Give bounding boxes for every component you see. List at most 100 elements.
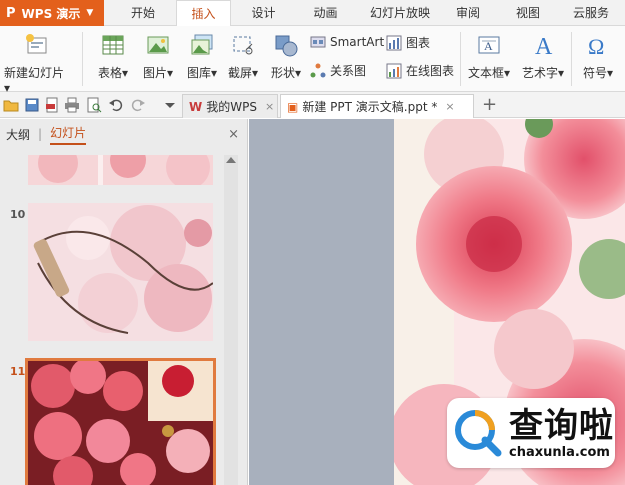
wps-w-icon: W (189, 99, 203, 114)
textbox-button[interactable]: A 文本框▾ (464, 26, 514, 81)
gallery-button[interactable]: 图库▾ (181, 26, 223, 81)
slide-thumbnail-9[interactable] (28, 155, 213, 185)
new-slide-icon (24, 32, 50, 58)
close-icon[interactable]: × (228, 127, 239, 142)
wps-logo-icon: P (6, 5, 16, 21)
svg-text:A: A (535, 34, 553, 58)
site-watermark: 查询啦 chaxunla.com (447, 398, 615, 468)
doc-tab-presentation[interactable]: ▣ 新建 PPT 演示文稿.ppt * × (280, 94, 474, 118)
table-button[interactable]: 表格▾ (92, 26, 134, 81)
app-menu-button[interactable]: P WPS 演示 ▼ (0, 0, 104, 26)
slide-thumbnail-10[interactable] (28, 203, 213, 341)
ribbon-divider (460, 32, 461, 86)
textbox-label: 文本框 (467, 66, 504, 80)
chart-button[interactable]: 图表 (386, 34, 430, 51)
slide-number: 11 (10, 365, 26, 378)
chevron-down-icon: ▾ (503, 66, 511, 80)
relation-icon (310, 63, 326, 79)
scroll-up-arrow-icon[interactable] (226, 157, 236, 163)
chart-label: 图表 (406, 36, 431, 50)
table-label: 表格 (97, 66, 122, 80)
tab-design[interactable]: 设计 (236, 0, 291, 26)
chevron-down-icon: ▾ (557, 66, 565, 80)
online-chart-icon (386, 63, 402, 79)
smartart-icon (310, 34, 326, 50)
tab-slideshow[interactable]: 幻灯片放映 (360, 0, 440, 26)
picture-label: 图片 (142, 66, 167, 80)
print-icon[interactable] (64, 97, 80, 113)
rose-image (28, 155, 213, 185)
smartart-button[interactable]: SmartArt (310, 34, 384, 50)
app-name: WPS 演示 (21, 6, 81, 21)
tab-slides[interactable]: 幻灯片 (50, 124, 87, 145)
chart-icon (386, 35, 402, 51)
new-slide-button[interactable]: 新建幻灯片 ▾ (4, 26, 70, 95)
smartart-label: SmartArt (330, 35, 385, 49)
picture-icon (145, 32, 171, 58)
rose-basket-image (28, 203, 213, 341)
doc-tab-label: 我的WPS (206, 100, 257, 114)
panel-tabs: 大纲 | 幻灯片 (0, 119, 248, 149)
thumbnail-scrollbar[interactable] (224, 155, 238, 485)
slide-panel: 大纲 | 幻灯片 × 10 11 (0, 119, 248, 485)
watermark-url: chaxunla.com (509, 444, 610, 460)
new-slide-label: 新建幻灯片 (4, 66, 65, 80)
gallery-icon (189, 32, 215, 58)
screenshot-icon (230, 32, 256, 58)
redo-icon[interactable] (130, 97, 146, 113)
tab-home[interactable]: 开始 (112, 0, 174, 26)
chevron-down-icon: ▾ (210, 66, 218, 80)
doc-tab-my-wps[interactable]: W 我的WPS × (182, 94, 278, 118)
tab-review[interactable]: 审阅 (444, 0, 492, 26)
slide-thumbnail-11[interactable] (25, 358, 216, 485)
chevron-down-icon: ▾ (251, 66, 259, 80)
top-tab-bar: P WPS 演示 ▼ 开始 插入 设计 动画 幻灯片放映 审阅 视图 云服务 (0, 0, 625, 27)
chevron-down-icon: ▾ (121, 66, 129, 80)
online-chart-button[interactable]: 在线图表 (386, 62, 454, 79)
symbol-button[interactable]: Ω 符号▾ (576, 26, 620, 81)
wordart-icon: A (530, 32, 556, 60)
tab-view[interactable]: 视图 (504, 0, 552, 26)
shape-label: 形状 (270, 66, 295, 80)
screenshot-label: 截屏 (227, 66, 252, 80)
chevron-down-icon: ▼ (86, 8, 94, 18)
wordart-button[interactable]: A 艺术字▾ (518, 26, 568, 81)
chevron-down-icon: ▾ (606, 66, 614, 80)
open-folder-icon[interactable] (3, 97, 19, 113)
online-chart-label: 在线图表 (406, 64, 455, 78)
tab-animation[interactable]: 动画 (298, 0, 353, 26)
shape-icon (273, 32, 299, 58)
slide-number: 10 (10, 208, 26, 221)
panel-tab-divider: | (38, 127, 43, 141)
customize-dropdown-icon[interactable] (162, 97, 178, 113)
omega-symbol-icon: Ω (585, 32, 611, 59)
picture-button[interactable]: 图片▾ (138, 26, 178, 81)
table-icon (100, 32, 126, 58)
close-icon[interactable]: × (265, 100, 274, 113)
relation-label: 关系图 (330, 64, 367, 78)
ribbon-insert: 新建幻灯片 ▾ 表格▾ 图片▾ 图库▾ 截屏▾ 形状▾ SmartArt 图表 … (0, 26, 625, 95)
symbol-label: 符号 (582, 66, 607, 80)
shape-button[interactable]: 形状▾ (266, 26, 306, 81)
export-pdf-icon[interactable] (44, 97, 60, 113)
gallery-label: 图库 (186, 66, 211, 80)
relation-diagram-button[interactable]: 关系图 (310, 62, 366, 79)
rose-bouquet-image (28, 361, 213, 485)
tab-insert[interactable]: 插入 (176, 0, 231, 27)
undo-icon[interactable] (108, 97, 124, 113)
tab-cloud[interactable]: 云服务 (566, 0, 616, 26)
chevron-down-icon: ▾ (166, 66, 174, 80)
textbox-icon: A (476, 32, 502, 58)
save-icon[interactable] (24, 97, 40, 113)
ribbon-divider (82, 32, 83, 86)
wordart-label: 艺术字 (521, 66, 558, 80)
screenshot-button[interactable]: 截屏▾ (224, 26, 262, 81)
svg-text:Ω: Ω (588, 34, 604, 58)
new-tab-button[interactable]: + (482, 94, 497, 115)
ppt-file-icon: ▣ (287, 99, 299, 114)
watermark-title: 查询啦 (509, 405, 614, 446)
tab-outline[interactable]: 大纲 (6, 126, 30, 143)
close-icon[interactable]: × (445, 100, 454, 113)
magnifier-logo-icon (455, 410, 502, 457)
print-preview-icon[interactable] (86, 97, 102, 113)
